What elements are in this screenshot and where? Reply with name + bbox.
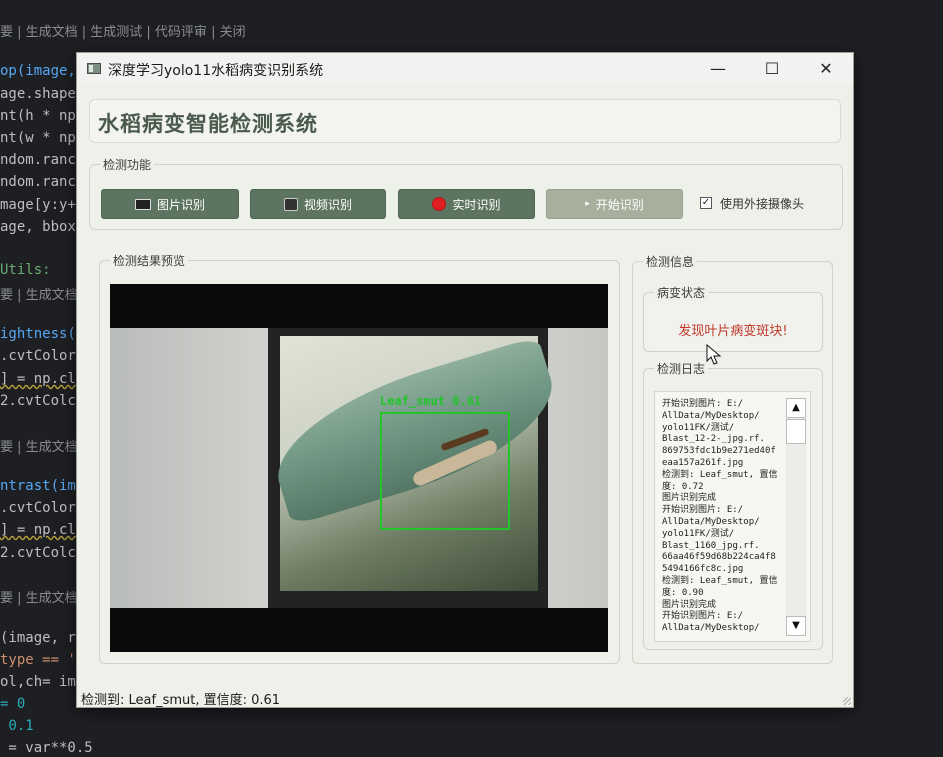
info-group-title: 检测信息: [643, 253, 698, 270]
log-textbox[interactable]: 开始识别图片: E:/ AllData/MyDesktop/ yolo11FK/…: [654, 391, 811, 642]
codelens-bar[interactable]: 要 | 生成文档 | 生成测试 | 代码评审 | 关闭: [0, 21, 246, 40]
code-text: type == ': [0, 652, 76, 668]
log-scrollbar[interactable]: ▲ ▼: [786, 398, 806, 636]
code-line: mage[y:y+: [0, 197, 76, 213]
code-line: = var**0.5: [0, 740, 93, 756]
code-line: Utils:: [0, 262, 51, 278]
header-panel: 水稻病变智能检测系统: [89, 99, 841, 143]
image-detect-label: 图片识别: [156, 197, 205, 212]
code-text: 0.1: [0, 718, 34, 734]
preview-group-title: 检测结果预览: [110, 252, 189, 269]
window-title: 深度学习yolo11水稻病变识别系统: [108, 63, 324, 79]
video-detect-button[interactable]: 视频识别: [250, 189, 386, 219]
functions-group: 检测功能 图片识别 视频识别 实时识别 ▸ 开始识别 ✓ 使用外接摄像头: [89, 156, 843, 230]
codelens-bar[interactable]: 要 | 生成文档: [0, 284, 78, 303]
status-panel-title: 病变状态: [654, 284, 709, 301]
maximize-button[interactable]: ☐: [745, 53, 799, 85]
code-text: ntrast(im: [0, 478, 76, 494]
code-line: 2.cvtColc: [0, 393, 76, 409]
code-line: ntrast(im: [0, 478, 76, 494]
detection-preview: Leaf_smut 0.61: [110, 284, 608, 652]
code-text: Utils:: [0, 262, 51, 278]
mouse-cursor-icon: [706, 344, 722, 365]
code-text: op(image,: [0, 63, 76, 79]
code-line: ] = np.cl: [0, 522, 76, 538]
preview-image: [110, 328, 608, 608]
log-text: 开始识别图片: E:/ AllData/MyDesktop/ yolo11FK/…: [662, 399, 778, 634]
code-line: ol,ch= im: [0, 674, 76, 690]
code-line: ndom.ranc: [0, 174, 76, 190]
minimize-button[interactable]: —: [691, 53, 745, 85]
code-line: .cvtColor: [0, 348, 76, 364]
scroll-thumb[interactable]: [786, 419, 806, 444]
app-icon: [87, 63, 101, 74]
code-line: 0.1: [0, 718, 34, 734]
realtime-detect-label: 实时识别: [452, 197, 501, 212]
code-text: = 0: [0, 696, 26, 712]
code-line: ] = np.cl: [0, 371, 76, 387]
code-line: age.shape: [0, 86, 76, 102]
code-line: 2.cvtColc: [0, 545, 76, 561]
app-window: 深度学习yolo11水稻病变识别系统 — ☐ ✕ 水稻病变智能检测系统 检测功能…: [76, 52, 854, 708]
video-detect-label: 视频识别: [303, 197, 352, 212]
external-camera-label: 使用外接摄像头: [720, 197, 805, 211]
status-panel: 病变状态 发现叶片病变斑块!: [643, 284, 823, 352]
external-camera-checkbox[interactable]: ✓: [700, 197, 712, 209]
code-line: ndom.ranc: [0, 152, 76, 168]
code-line: .cvtColor: [0, 500, 76, 516]
log-panel-title: 检测日志: [654, 360, 709, 377]
status-bar-text: 检测到: Leaf_smut, 置信度: 0.61: [81, 693, 281, 708]
code-line: nt(w * np: [0, 130, 76, 146]
code-text: ightness(: [0, 326, 76, 342]
codelens-bar[interactable]: 要 | 生成文档: [0, 587, 78, 606]
scroll-down-icon[interactable]: ▼: [786, 616, 806, 636]
detection-label: Leaf_smut 0.61: [380, 394, 482, 408]
functions-group-title: 检测功能: [100, 156, 155, 173]
camera-icon: [134, 198, 151, 210]
code-line: op(image,: [0, 63, 76, 79]
code-text: ] = np.cl: [0, 522, 76, 538]
code-line: type == ': [0, 652, 76, 668]
status-text: 发现叶片病变斑块!: [678, 324, 788, 339]
realtime-detect-button[interactable]: 实时识别: [398, 189, 535, 219]
code-line: = 0: [0, 696, 25, 712]
play-icon: ▸: [585, 199, 590, 209]
detection-bounding-box: [380, 412, 510, 530]
record-icon: [432, 197, 447, 211]
close-button[interactable]: ✕: [799, 53, 853, 85]
page-title: 水稻病变智能检测系统: [98, 111, 318, 136]
code-line: nt(h * np: [0, 108, 76, 124]
codelens-bar[interactable]: 要 | 生成文档: [0, 436, 78, 455]
image-detect-button[interactable]: 图片识别: [101, 189, 239, 219]
code-line: age, bbox: [0, 219, 76, 235]
code-text: ] = np.cl: [0, 371, 76, 387]
start-detect-button[interactable]: ▸ 开始识别: [546, 189, 683, 219]
scroll-up-icon[interactable]: ▲: [786, 398, 806, 418]
title-bar[interactable]: 深度学习yolo11水稻病变识别系统 — ☐ ✕: [77, 53, 853, 85]
video-icon: [283, 197, 298, 211]
resize-grip-icon[interactable]: [843, 697, 851, 705]
code-line: (image, r: [0, 630, 76, 646]
code-line: ightness(: [0, 326, 76, 342]
start-detect-label: 开始识别: [595, 197, 644, 212]
